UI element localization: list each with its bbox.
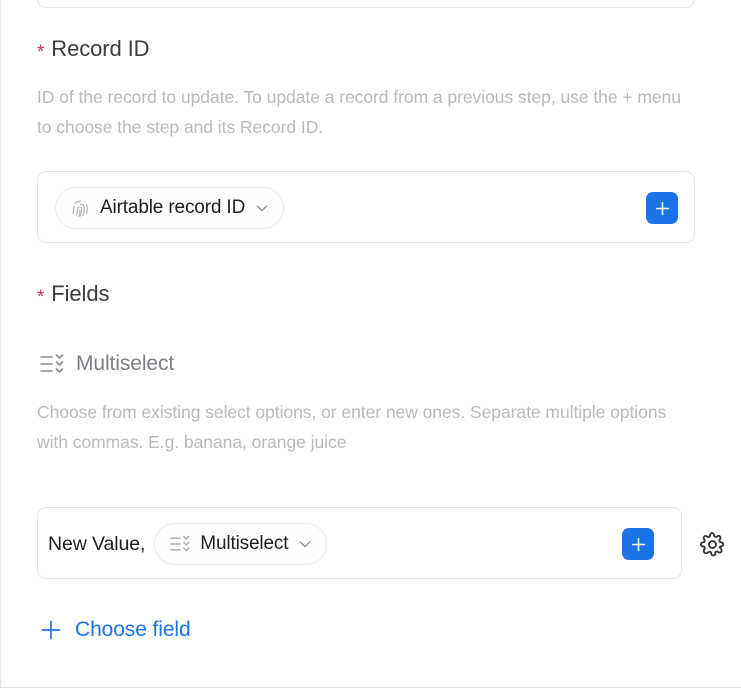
multiselect-field-heading-text: Multiselect (76, 352, 175, 375)
fingerprint-icon (70, 198, 91, 219)
record-id-description: ID of the record to update. To update a … (37, 87, 681, 137)
plus-icon (39, 618, 63, 642)
fields-label: * Fields (37, 281, 110, 308)
multiselect-field-heading: Multiselect (39, 352, 174, 376)
required-asterisk: * (37, 42, 45, 63)
choose-field-label: Choose field (75, 618, 191, 641)
action-setup-panel: * Record ID ID of the record to update. T… (0, 0, 741, 688)
plus-icon (629, 535, 648, 554)
value-row: New Value, Multiselect (48, 523, 328, 565)
multiselect-icon (39, 352, 65, 376)
multiselect-settings-button[interactable] (698, 530, 726, 558)
chevron-down-icon[interactable] (297, 536, 313, 552)
multiselect-add-button[interactable] (622, 528, 654, 560)
record-id-token-label: Airtable record ID (100, 197, 246, 218)
chevron-down-icon[interactable] (254, 200, 270, 216)
plus-icon (653, 199, 672, 218)
multiselect-token[interactable]: Multiselect (154, 523, 328, 565)
gear-icon (699, 531, 726, 558)
new-value-prefix-text: New Value, (48, 532, 146, 555)
fields-label-text: Fields (51, 281, 110, 306)
multiselect-description: Choose from existing select options, or … (37, 402, 667, 452)
multiselect-token-label: Multiselect (200, 533, 289, 554)
record-id-input-container[interactable]: Airtable record ID (37, 171, 695, 243)
record-id-add-button[interactable] (646, 192, 678, 224)
record-id-label: * Record ID (37, 36, 150, 63)
required-asterisk: * (37, 287, 45, 308)
choose-field-button[interactable]: Choose field (39, 618, 191, 642)
multiselect-icon (169, 534, 191, 554)
multiselect-value-container[interactable]: New Value, Multiselect (37, 507, 682, 579)
record-id-label-text: Record ID (51, 36, 150, 61)
record-id-token[interactable]: Airtable record ID (55, 187, 285, 229)
previous-field-input-clipped[interactable] (37, 0, 695, 8)
